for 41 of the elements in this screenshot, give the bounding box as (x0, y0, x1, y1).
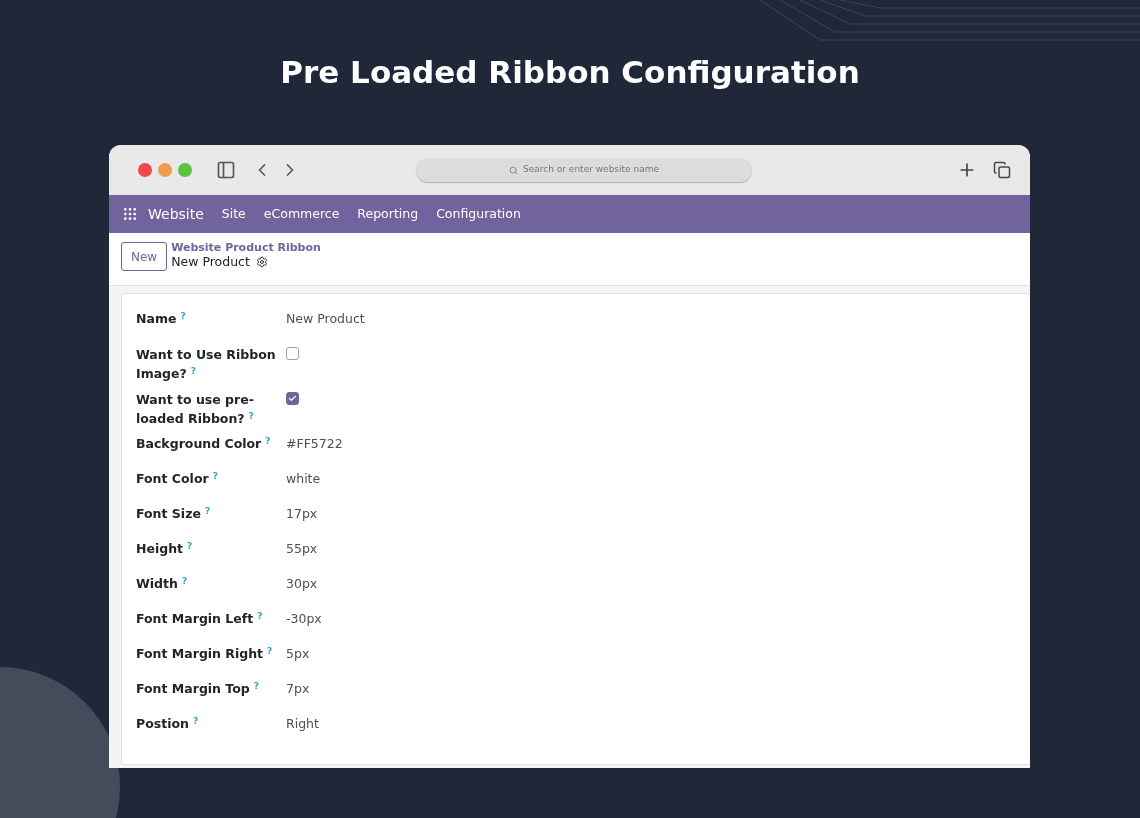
field-label: Background Color $^{?}$ (136, 434, 272, 453)
check-icon (288, 394, 297, 403)
field-label: Font Size $^{?}$ (136, 504, 212, 523)
field-label: Want to use pre-loaded Ribbon? $^{?}$ (136, 391, 255, 428)
sidebar-icon[interactable] (216, 160, 236, 180)
nav-menu-item[interactable]: eCommerce (263, 204, 340, 224)
field-value[interactable]: 5px (286, 645, 310, 664)
field-value[interactable]: 30px (286, 575, 318, 594)
breadcrumb-link[interactable]: Website Product Ribbon (171, 241, 321, 255)
field-label: Width $^{?}$ (136, 574, 189, 593)
field-value[interactable]: 55px (286, 540, 318, 559)
tabs-icon[interactable] (993, 161, 1011, 179)
checkbox[interactable] (286, 392, 299, 405)
field-value[interactable]: Right (286, 715, 319, 734)
field-label: Font Margin Left $^{?}$ (136, 609, 264, 628)
page-title: Pre Loaded Ribbon Configuration (280, 53, 860, 92)
field-label: Font Color $^{?}$ (136, 469, 219, 488)
field-label: Postion $^{?}$ (136, 714, 200, 733)
apps-menu-icon[interactable] (122, 206, 138, 222)
field-label: Height $^{?}$ (136, 539, 194, 558)
field-value[interactable]: white (286, 470, 321, 489)
field-value[interactable]: #FF5722 (286, 435, 343, 454)
address-placeholder: Search or enter website name (523, 163, 659, 177)
field-label: Font Margin Right $^{?}$ (136, 644, 274, 663)
field-value[interactable]: New Product (286, 310, 365, 329)
checkbox[interactable] (286, 347, 299, 360)
field-label: Want to Use Ribbon Image? $^{?}$ (136, 346, 277, 383)
nav-menu-item[interactable]: Configuration (436, 204, 521, 224)
field-label: Font Margin Top $^{?}$ (136, 679, 260, 698)
field-value[interactable]: 17px (286, 505, 318, 524)
search-icon (509, 165, 518, 175)
field-label: Name $^{?}$ (136, 309, 187, 328)
field-value[interactable]: 7px (286, 680, 310, 699)
app-name[interactable]: Website (148, 203, 204, 225)
field-value[interactable]: -30px (286, 610, 322, 629)
gear-icon[interactable] (255, 256, 268, 268)
address-bar[interactable]: Search or enter website name (416, 158, 752, 182)
nav-menu-item[interactable]: Reporting (357, 204, 419, 224)
nav-menu-item[interactable]: Site (221, 204, 246, 224)
record-title: New Product (171, 255, 250, 269)
new-button[interactable]: New (121, 242, 168, 271)
